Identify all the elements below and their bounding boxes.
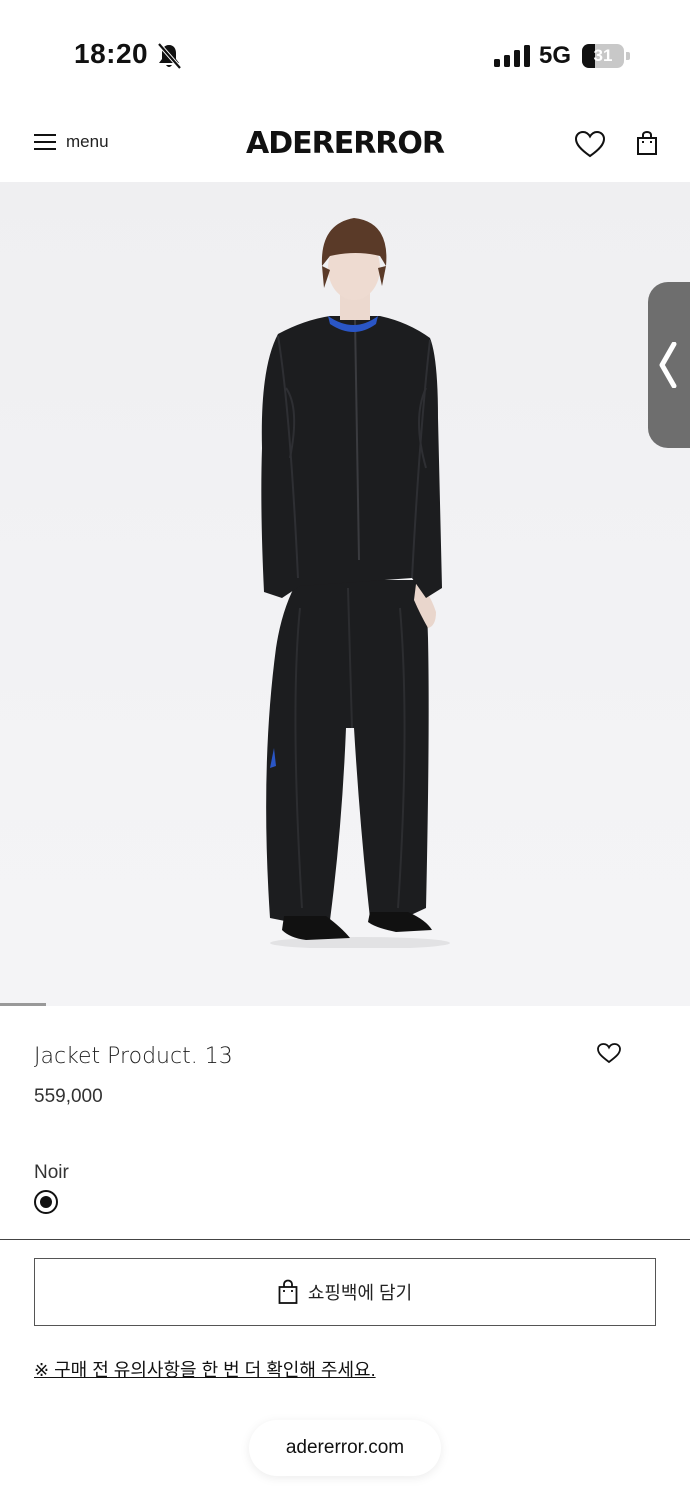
product-price: 559,000 [34,1086,103,1107]
add-to-bag-button[interactable]: 쇼핑백에 담기 [34,1258,656,1326]
url-bar[interactable]: adererror.com [249,1420,441,1476]
bell-muted-icon [157,42,182,70]
color-label: Noir [34,1162,69,1183]
side-panel-toggle[interactable] [648,282,690,448]
heart-icon[interactable] [596,1042,622,1064]
add-to-bag-label: 쇼핑백에 담기 [307,1283,413,1303]
shopping-bag-icon[interactable] [636,130,658,156]
model-photo [261,218,450,948]
product-image[interactable] [0,182,690,1006]
network-type: 5G [539,42,572,69]
shopping-bag-icon [278,1279,298,1304]
radio-selected-dot [40,1196,52,1208]
divider [0,1239,690,1240]
purchase-notice-link[interactable]: ※ 구매 전 유의사항을 한 번 더 확인해 주세요. [34,1356,376,1382]
status-time: 18:20 [74,38,149,69]
battery-icon: 31 [582,44,630,68]
battery-level: 31 [593,46,613,65]
cellular-signal-icon [494,45,530,67]
heart-icon[interactable] [574,130,606,158]
slide-indicator [0,1003,46,1006]
status-bar: 18:20 5G 31 [0,0,690,100]
color-option-radio[interactable] [34,1190,58,1214]
chevron-left-icon [659,342,677,388]
site-header: menu ADERERROR [0,100,690,182]
product-name: Jacket Product. 13 [34,1044,233,1069]
